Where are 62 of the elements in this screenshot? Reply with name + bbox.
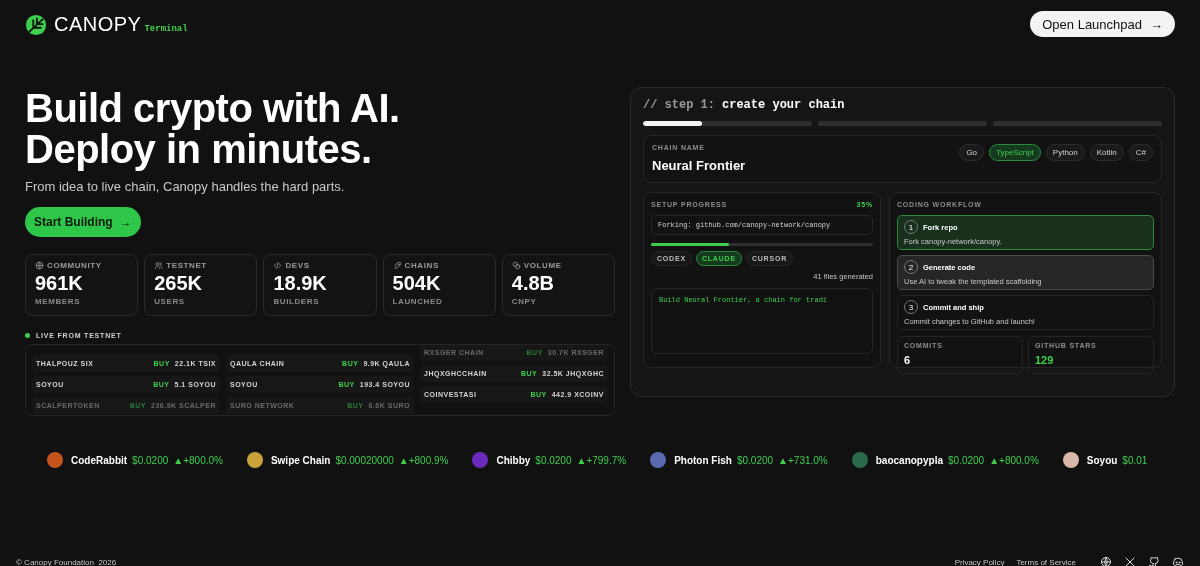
stat-label: DEVS: [285, 261, 310, 270]
token-price: $0.0200: [535, 454, 572, 466]
chain-name-value: Neural Frontier: [652, 158, 746, 173]
stat-value: 265K: [154, 272, 203, 295]
metric-value: 6: [904, 354, 912, 366]
hero-subtitle: From idea to live chain, Canopy handles the hard parts.: [25, 179, 346, 194]
live-dot-icon: [25, 333, 30, 338]
token-name: CodeRabbit: [71, 454, 128, 466]
token-price: $0.00020000: [335, 454, 394, 466]
stat-unit: BUILDERS: [273, 297, 321, 306]
github-logo-icon[interactable]: [1148, 556, 1160, 566]
stat-value: 4.8B: [511, 272, 556, 295]
price-change: ▲+800.9%: [398, 454, 449, 466]
token-name: baocanopypla: [875, 454, 943, 466]
footer-link[interactable]: Privacy Policy: [954, 557, 1005, 566]
discord-logo-icon[interactable]: [1172, 556, 1184, 566]
rocket-icon: [392, 261, 402, 270]
stat-value: 18.9K: [273, 272, 328, 295]
copyright-text: © Canopy Foundation 2026: [16, 557, 117, 566]
open-launchpad-button[interactable]: Open Launchpad →: [1030, 11, 1175, 37]
footer-link[interactable]: Terms of Service: [1016, 557, 1076, 566]
coins-icon: [511, 261, 521, 270]
step-title: create your chain: [722, 98, 845, 112]
start-building-button[interactable]: Start Building →: [25, 207, 141, 237]
token-name: Chibby: [496, 454, 531, 466]
language-option[interactable]: C#: [1128, 144, 1153, 161]
stat-label: VOLUME: [523, 261, 562, 270]
token-price: $0.01: [1122, 454, 1148, 466]
token-name: Photon Fish: [674, 454, 732, 466]
token-price: $0.0200: [132, 454, 169, 466]
code-icon: [273, 261, 283, 270]
stat-unit: CNPY: [511, 297, 538, 306]
token-price: $0.0200: [948, 454, 985, 466]
x-logo-icon[interactable]: [1124, 556, 1136, 566]
stat-value: 961K: [35, 272, 84, 295]
price-change: ▲+800.0%: [989, 454, 1039, 466]
stat-value: 504K: [392, 272, 442, 295]
language-option[interactable]: Go: [959, 144, 985, 161]
globe-icon[interactable]: [1100, 556, 1112, 566]
token-name: Soyou: [1086, 454, 1118, 466]
hero-title: Build crypto with AI. Deploy in minutes.: [25, 88, 401, 170]
price-change: ▲+731.0%: [778, 454, 828, 466]
stat-label: COMMUNITY: [47, 261, 102, 270]
token-name: Swipe Chain: [270, 454, 331, 466]
stat-label: CHAINS: [404, 261, 439, 270]
language-option[interactable]: Python: [1045, 144, 1085, 161]
leaf-logo-icon: [25, 13, 47, 36]
stat-unit: USERS: [154, 297, 186, 306]
language-option[interactable]: Kotlin: [1089, 144, 1124, 161]
price-change: ▲+800.0%: [173, 454, 223, 466]
metric-value: 129: [1035, 354, 1055, 366]
token-price: $0.0200: [736, 454, 774, 466]
language-option[interactable]: TypeScript: [989, 144, 1041, 161]
price-change: ▲+799.7%: [576, 454, 627, 466]
users-icon: [154, 261, 164, 270]
brand-subtitle: Terminal: [144, 23, 188, 34]
step-comment: // step 1:: [643, 98, 715, 112]
stat-label: TESTNET: [166, 261, 207, 270]
brand-name: CANOPY: [54, 12, 142, 36]
stat-unit: MEMBERS: [35, 297, 82, 306]
globe-icon: [35, 261, 44, 270]
stat-unit: LAUNCHED: [392, 297, 444, 306]
